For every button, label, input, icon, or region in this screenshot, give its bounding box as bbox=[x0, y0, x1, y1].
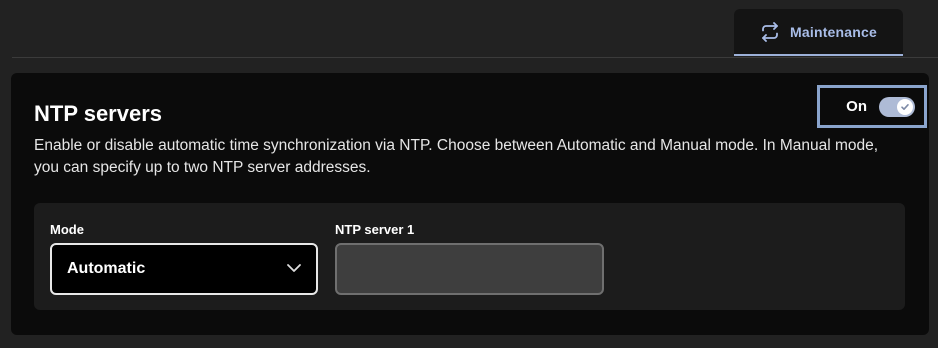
sync-arrows-icon bbox=[760, 21, 780, 42]
ntp-toggle-container: On bbox=[817, 85, 927, 128]
ntp-server-1-input[interactable] bbox=[335, 243, 604, 295]
card-description: Enable or disable automatic time synchro… bbox=[34, 137, 879, 176]
ntp-enable-toggle[interactable] bbox=[879, 96, 915, 117]
page: Maintenance NTP servers Enable or disabl… bbox=[0, 0, 938, 348]
chevron-down-icon bbox=[286, 260, 302, 278]
ntp-servers-card: NTP servers Enable or disable automatic … bbox=[11, 73, 929, 335]
mode-label: Mode bbox=[50, 222, 84, 237]
check-icon bbox=[901, 103, 909, 110]
card-title: NTP servers bbox=[34, 101, 163, 126]
toggle-label: On bbox=[846, 98, 867, 115]
mode-select[interactable]: Automatic bbox=[50, 243, 318, 295]
tab-bar: Maintenance bbox=[12, 0, 938, 58]
tab-label: Maintenance bbox=[790, 23, 877, 40]
mode-select-value: Automatic bbox=[67, 260, 146, 277]
ntp-server-1-label: NTP server 1 bbox=[335, 222, 415, 237]
toggle-knob bbox=[897, 98, 913, 115]
tab-maintenance[interactable]: Maintenance bbox=[734, 9, 903, 56]
ntp-form-panel: Mode Automatic NTP server 1 bbox=[34, 203, 905, 310]
